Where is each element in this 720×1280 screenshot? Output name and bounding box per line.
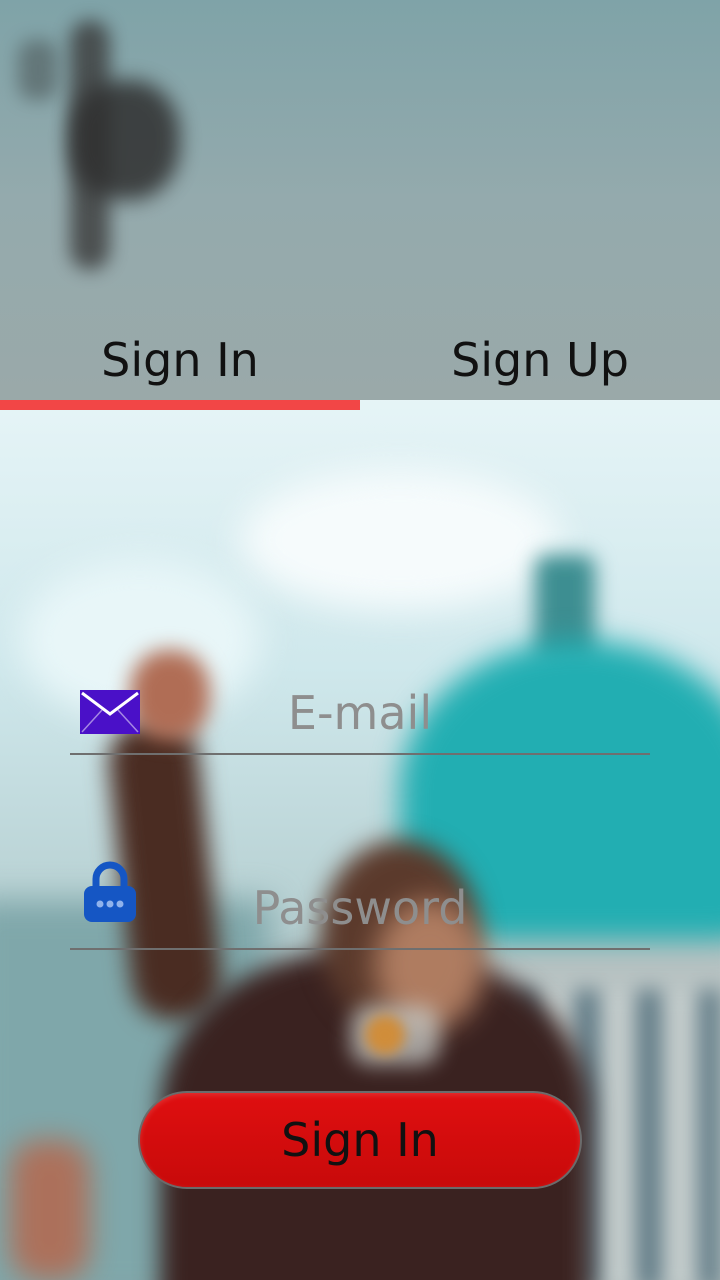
envelope-icon (80, 690, 140, 734)
email-input[interactable] (160, 673, 560, 753)
auth-tabs: Sign In Sign Up (0, 320, 720, 400)
sign-in-button[interactable]: Sign In (138, 1091, 582, 1189)
tab-sign-up[interactable]: Sign Up (360, 320, 720, 400)
sign-in-screen: Sign In Sign Up Sign In (0, 0, 720, 1280)
lock-icon (84, 861, 136, 922)
password-field (70, 860, 650, 950)
password-input[interactable] (160, 868, 560, 948)
active-tab-indicator (0, 400, 360, 410)
tab-sign-in[interactable]: Sign In (0, 320, 360, 400)
email-field (70, 665, 650, 755)
